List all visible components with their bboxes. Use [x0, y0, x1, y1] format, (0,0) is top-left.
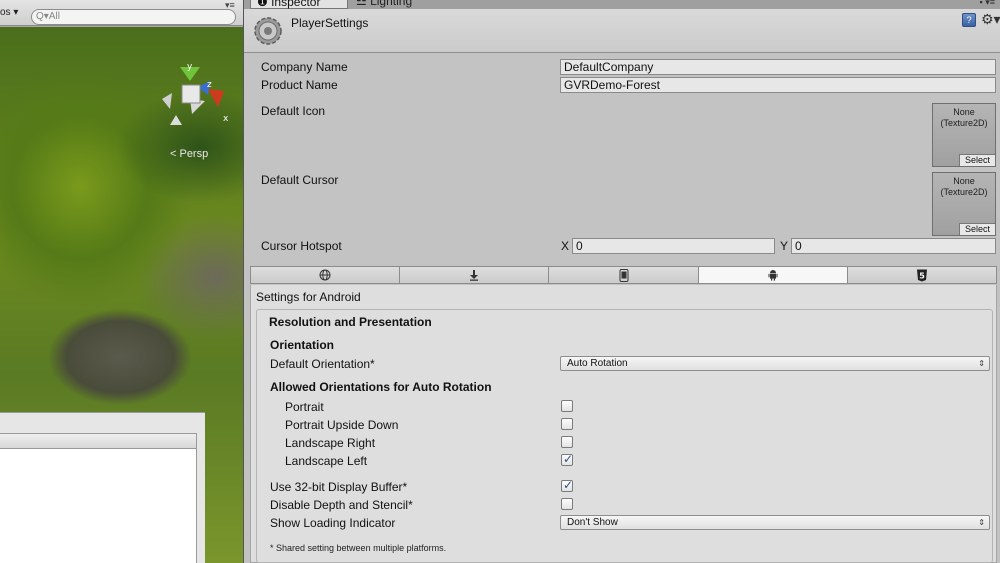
default-cursor-value: None (Texture2D)	[940, 176, 988, 197]
settings-for-heading: Settings for Android	[256, 290, 361, 304]
component-header: PlayerSettings ? ⚙▾	[244, 9, 1000, 53]
default-icon-select-button[interactable]: Select	[959, 154, 995, 166]
product-name-label: Product Name	[261, 78, 338, 92]
html5-icon: 5	[916, 269, 927, 281]
loading-indicator-label: Show Loading Indicator	[270, 516, 396, 530]
portrait-checkbox[interactable]	[561, 400, 573, 412]
default-orientation-label: Default Orientation*	[270, 357, 375, 371]
tab-lighting-label: Lighting	[370, 0, 413, 8]
portrait-label: Portrait	[285, 400, 324, 414]
page-title: PlayerSettings	[291, 16, 369, 30]
landscape-right-label: Landscape Right	[285, 436, 376, 450]
hotspot-y-label: Y	[780, 239, 789, 253]
info-icon: ❶	[257, 0, 272, 9]
shared-settings: Company Name DefaultCompany Product Name…	[244, 54, 1000, 264]
gizmo-x-label: x	[223, 114, 229, 124]
default-icon-label: Default Icon	[261, 104, 326, 118]
default-orientation-dropdown[interactable]: Auto Rotation ⇕	[560, 356, 990, 371]
landscape-left-label: Landscape Left	[285, 454, 368, 468]
portrait-upside-down-label: Portrait Upside Down	[285, 418, 399, 432]
download-icon	[470, 270, 479, 281]
android-icon	[768, 270, 778, 281]
hotspot-x-label: X	[561, 239, 570, 253]
orientation-heading: Orientation	[270, 338, 335, 352]
default-cursor-select-button[interactable]: Select	[959, 223, 995, 235]
gizmos-dropdown[interactable]: os ▾	[0, 7, 18, 18]
tab-platform-android[interactable]	[698, 267, 848, 283]
use-32bit-label: Use 32-bit Display Buffer*	[270, 480, 408, 494]
default-cursor-label: Default Cursor	[261, 173, 339, 187]
panel-menu-icon[interactable]: ▪ ▾≡	[980, 0, 995, 8]
shared-setting-footnote: * Shared setting between multiple platfo…	[270, 543, 447, 553]
inspector-panel: ❶ Inspector ☲ Lighting ▪ ▾≡ PlayerSettin…	[243, 0, 1000, 563]
tab-platform-standalone[interactable]	[251, 267, 401, 283]
phone-icon	[619, 268, 628, 282]
settings-cog-icon[interactable]: ⚙▾	[981, 11, 1000, 28]
tab-inspector-label: Inspector	[271, 0, 321, 9]
scene-menu-icon[interactable]: ▾≡	[225, 0, 235, 10]
hierarchy-panel	[0, 412, 205, 563]
disable-depth-label: Disable Depth and Stencil*	[270, 498, 413, 512]
use-32bit-checkbox[interactable]: ✓	[561, 478, 574, 492]
help-icon[interactable]: ?	[962, 13, 976, 27]
hierarchy-list[interactable]	[0, 449, 197, 563]
allowed-orientations-heading: Allowed Orientations for Auto Rotation	[270, 380, 492, 394]
dropdown-arrow-icon: ⇕	[978, 359, 985, 368]
hotspot-x-field[interactable]: 0	[572, 238, 775, 254]
tab-platform-download[interactable]	[400, 267, 550, 283]
tab-lighting[interactable]: ☲ Lighting	[350, 0, 446, 9]
landscape-left-checkbox[interactable]: ✓	[561, 452, 574, 466]
default-cursor-field[interactable]: None (Texture2D) Select	[932, 172, 996, 236]
company-name-field[interactable]: DefaultCompany	[560, 59, 996, 75]
portrait-upside-down-checkbox[interactable]	[561, 418, 573, 430]
loading-indicator-dropdown[interactable]: Don't Show ⇕	[560, 515, 990, 530]
globe-icon	[319, 269, 331, 281]
platform-tabs: 5	[250, 266, 997, 284]
default-icon-value: None (Texture2D)	[940, 107, 988, 128]
gizmo-y-label: y	[187, 62, 193, 72]
default-icon-field[interactable]: None (Texture2D) Select	[932, 103, 996, 167]
product-name-field[interactable]: GVRDemo-Forest	[560, 77, 996, 93]
gizmo-z-label: z	[207, 80, 212, 90]
scene-panel: os ▾ Q▾All ▾≡ y z x < Persp	[0, 0, 243, 563]
resolution-presentation-section: Resolution and Presentation Orientation …	[256, 309, 993, 563]
disable-depth-checkbox[interactable]	[561, 498, 573, 510]
checkmark-icon: ✓	[563, 452, 574, 466]
landscape-right-checkbox[interactable]	[561, 436, 573, 448]
tab-platform-ios[interactable]	[549, 267, 699, 283]
scene-search-input[interactable]: Q▾All	[31, 9, 236, 25]
lighting-icon: ☲	[356, 0, 371, 8]
player-settings-gear-icon	[254, 17, 282, 45]
persp-label[interactable]: < Persp	[170, 148, 208, 160]
tab-inspector[interactable]: ❶ Inspector	[250, 0, 348, 9]
orientation-gizmo[interactable]: y z x	[160, 59, 235, 129]
dropdown-arrow-icon: ⇕	[978, 518, 985, 527]
hierarchy-header	[0, 433, 197, 449]
scene-toolbar: os ▾ Q▾All ▾≡	[0, 0, 243, 26]
cursor-hotspot-label: Cursor Hotspot	[261, 239, 342, 253]
loading-indicator-value: Don't Show	[567, 517, 618, 528]
company-name-label: Company Name	[261, 60, 348, 74]
tab-platform-webgl[interactable]: 5	[847, 267, 997, 283]
default-orientation-value: Auto Rotation	[567, 358, 628, 369]
resolution-presentation-foldout[interactable]: Resolution and Presentation	[269, 315, 432, 329]
svg-text:5: 5	[919, 271, 925, 280]
inspector-tab-bar: ❶ Inspector ☲ Lighting ▪ ▾≡	[244, 0, 1000, 9]
hotspot-y-field[interactable]: 0	[791, 238, 996, 254]
checkmark-icon: ✓	[563, 478, 574, 492]
android-settings: Settings for Android Resolution and Pres…	[250, 285, 997, 563]
